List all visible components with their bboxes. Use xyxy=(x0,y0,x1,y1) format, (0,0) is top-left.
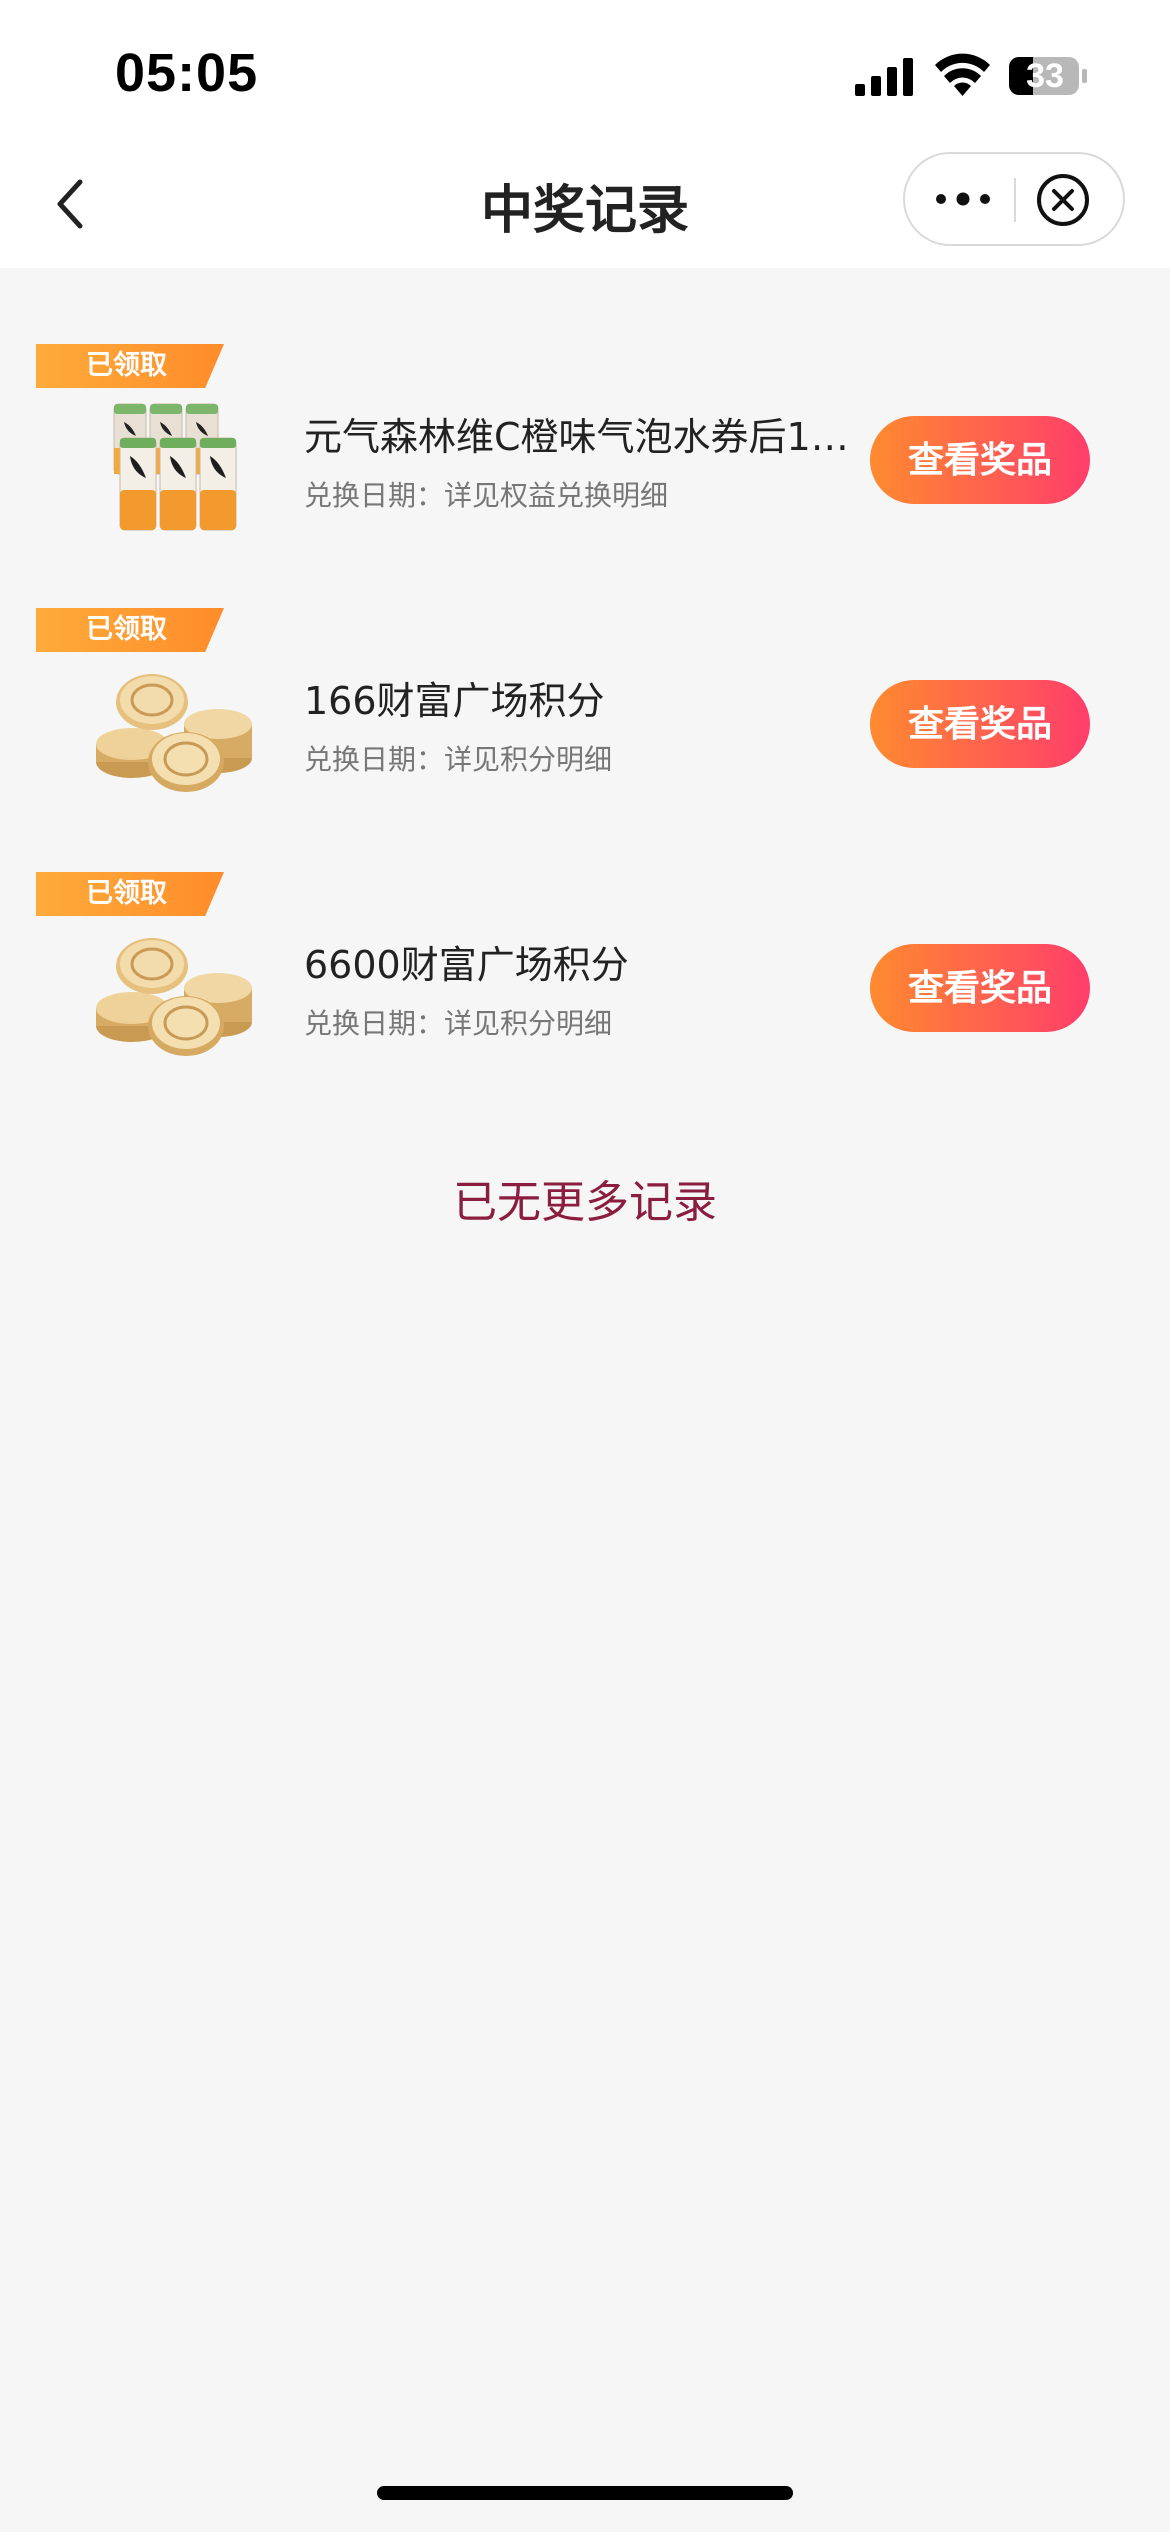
record-subtitle: 兑换日期：详见积分明细 xyxy=(304,743,613,776)
record-title: 元气森林维C橙味气泡水券后16… xyxy=(304,415,864,459)
cellular-signal-icon xyxy=(855,58,913,96)
view-prize-button[interactable]: 查看奖品 xyxy=(870,416,1090,504)
close-button[interactable] xyxy=(1031,168,1095,232)
view-prize-button[interactable]: 查看奖品 xyxy=(870,944,1090,1032)
nav-bar: 中奖记录 xyxy=(0,140,1170,268)
wifi-icon xyxy=(935,53,990,96)
no-more-records-text: 已无更多记录 xyxy=(453,1177,717,1228)
status-bar: 05:05 33 xyxy=(0,0,1170,140)
miniprogram-capsule xyxy=(903,152,1125,246)
battery-level: 33 xyxy=(1026,57,1064,95)
capsule-divider xyxy=(1014,178,1016,222)
home-indicator[interactable] xyxy=(377,2486,793,2500)
claimed-badge: 已领取 xyxy=(36,344,224,388)
claimed-badge: 已领取 xyxy=(36,608,224,652)
list-item: 已领取 166财富广场积分 兑换日期：详见积分明细 查看奖品 xyxy=(0,608,1170,858)
close-circle-icon xyxy=(1037,174,1089,226)
record-subtitle: 兑换日期：详见权益兑换明细 xyxy=(304,479,669,512)
gold-coins-image xyxy=(96,674,252,792)
drink-cans-image xyxy=(113,403,237,531)
record-title: 166财富广场积分 xyxy=(304,679,605,723)
view-prize-button[interactable]: 查看奖品 xyxy=(870,680,1090,768)
gold-coins-image xyxy=(96,938,252,1056)
status-time: 05:05 xyxy=(115,43,259,103)
ellipsis-icon xyxy=(936,192,990,206)
record-title: 6600财富广场积分 xyxy=(304,943,629,987)
list-item: 已领取 6600财富广场积分 兑换日期：详见积分明细 查看奖品 xyxy=(0,872,1170,1122)
more-button[interactable] xyxy=(923,172,1003,226)
list-item: 已领取 元气森林维C橙味气泡水券后16… 兑换日期：详见权益兑换明细 查看奖品 xyxy=(0,344,1170,594)
record-subtitle: 兑换日期：详见积分明细 xyxy=(304,1007,613,1040)
claimed-badge: 已领取 xyxy=(36,872,224,916)
